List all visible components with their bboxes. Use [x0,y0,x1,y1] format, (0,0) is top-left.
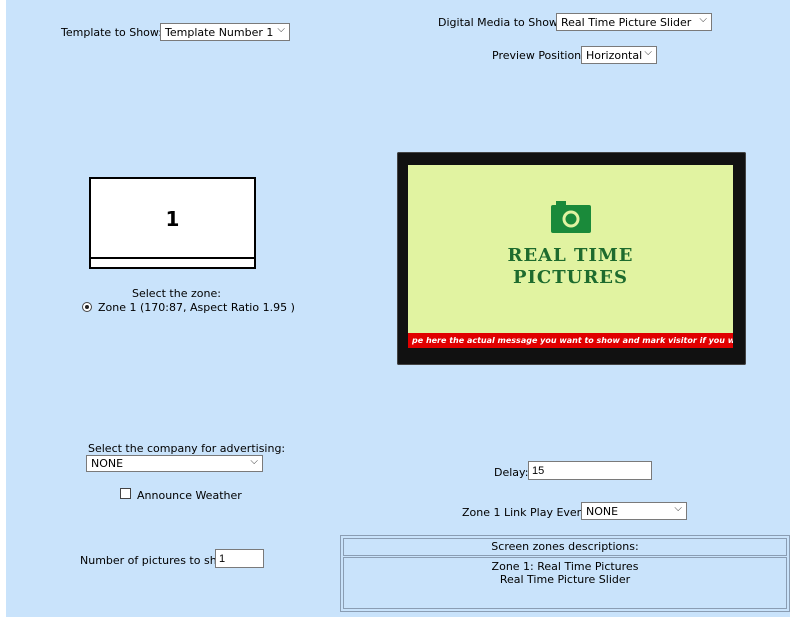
zone-number: 1 [165,207,180,231]
digital-media-label: Digital Media to Show : [438,16,566,29]
zones-description-header: Screen zones descriptions: [343,538,787,556]
zones-description-body: Zone 1: Real Time Pictures Real Time Pic… [343,557,787,609]
select-zone-label: Select the zone: [132,287,221,300]
zones-description-line2: Real Time Picture Slider [499,573,631,586]
preview-position-label: Preview Position: [492,49,585,62]
delay-input[interactable] [528,461,652,480]
pictures-label: Number of pictures to show: [80,554,236,567]
screen-title: REAL TIME PICTURES [408,245,733,289]
pictures-input[interactable] [215,549,264,568]
delay-label: Delay: [494,466,529,479]
template-select-value: Template Number 1 [165,26,274,39]
digital-media-select-value: Real Time Picture Slider [561,16,692,29]
chevron-down-icon: ⌵ [250,456,258,467]
chevron-down-icon: ⌵ [277,24,285,35]
screen-title-line1: REAL TIME [507,245,634,266]
zone-1-radio[interactable] [82,302,92,312]
link-play-select-value: NONE [586,505,619,518]
link-play-label: Zone 1 Link Play Event : [462,506,596,519]
company-select-value: NONE [91,457,124,470]
settings-panel: Template to Show: Template Number 1 ⌵ Di… [6,0,790,617]
chevron-down-icon: ⌵ [644,47,652,58]
zones-description-line1: Zone 1: Real Time Pictures [491,560,639,573]
ticker-message: pe here the actual message you want to s… [408,333,733,348]
announce-weather-label: Announce Weather [137,489,242,502]
preview-position-select-value: Horizontal [586,49,643,62]
monitor-screen: REAL TIME PICTURES pe here the actual me… [408,165,733,348]
template-select[interactable]: Template Number 1 ⌵ [160,23,290,41]
monitor-preview: REAL TIME PICTURES pe here the actual me… [397,152,746,365]
preview-position-select[interactable]: Horizontal ⌵ [581,46,657,64]
chevron-down-icon: ⌵ [674,503,682,514]
link-play-select[interactable]: NONE ⌵ [581,502,687,520]
chevron-down-icon: ⌵ [699,14,707,25]
template-label: Template to Show: [61,26,163,39]
zone-layout-preview[interactable]: 1 [89,177,256,269]
zones-description-box: Screen zones descriptions: Zone 1: Real … [340,535,790,612]
zone-1-option-label: Zone 1 (170:87, Aspect Ratio 1.95 ) [98,301,295,314]
company-select[interactable]: NONE ⌵ [86,455,263,472]
announce-weather-checkbox[interactable] [120,488,131,499]
digital-media-select[interactable]: Real Time Picture Slider ⌵ [556,13,712,31]
camera-icon [551,201,591,233]
screen-title-line2: PICTURES [512,267,629,288]
company-label: Select the company for advertising: [88,442,286,455]
zone-footer-bar [91,257,254,267]
